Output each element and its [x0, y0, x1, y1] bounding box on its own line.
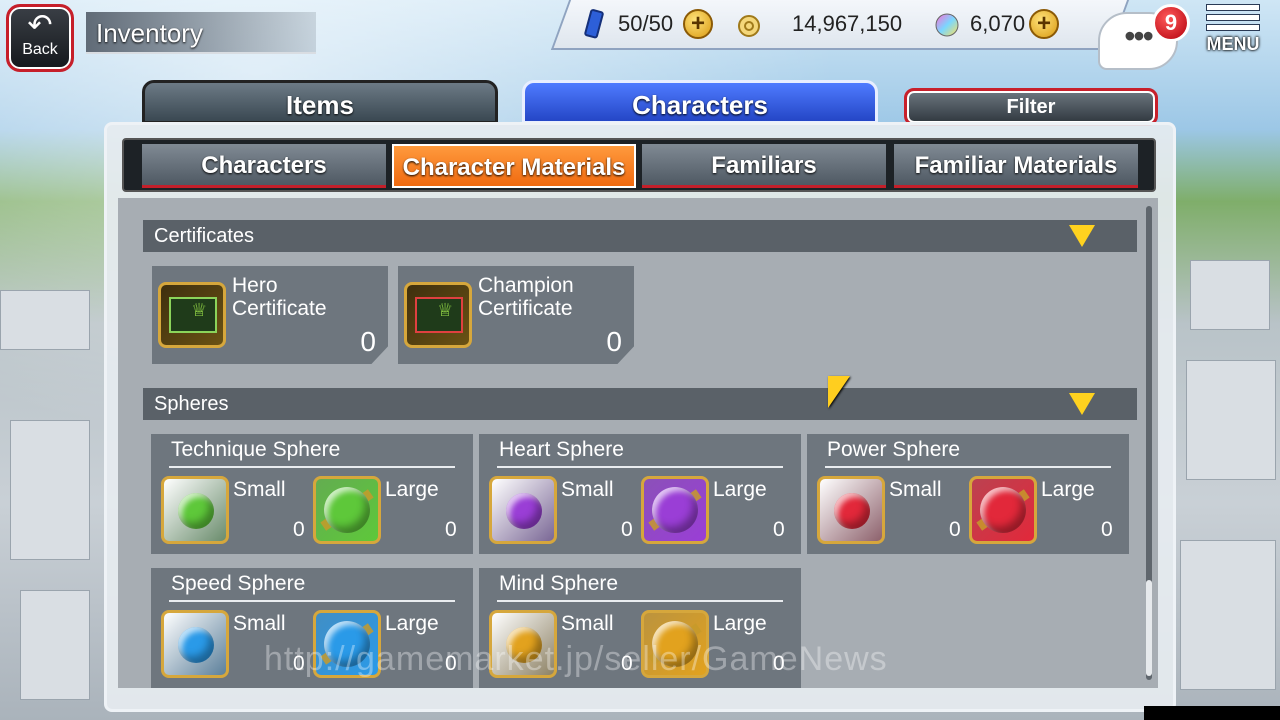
- add-gems-button[interactable]: +: [1029, 9, 1060, 39]
- spheres-section-header[interactable]: Spheres: [143, 388, 1137, 420]
- top-bar: ↶ Back Inventory 50/50 + 14,967,150 6,07…: [0, 0, 1280, 76]
- small-label: Small: [233, 478, 286, 501]
- small-label: Small: [233, 612, 286, 635]
- large-sphere-icon: [969, 476, 1037, 544]
- tab-items[interactable]: Items: [142, 80, 498, 124]
- chat-bubble-icon: •••: [1124, 18, 1154, 54]
- stamina-resource: 50/50 +: [582, 8, 714, 40]
- watermark-text: http://gamemarket.jp/seller/GameNews: [264, 640, 888, 678]
- gem-resource: 6,070 +: [934, 8, 1060, 40]
- sphere-divider: [497, 466, 783, 468]
- large-label: Large: [713, 612, 767, 635]
- small-count: 0: [621, 518, 633, 541]
- large-label: Large: [385, 478, 439, 501]
- certificate-name: Champion Certificate: [478, 274, 574, 320]
- sphere-name: Mind Sphere: [499, 572, 619, 595]
- back-arrow-icon: ↶: [27, 9, 53, 42]
- spheres-section-label: Spheres: [154, 393, 229, 415]
- rainbow-gem-icon: [935, 13, 959, 37]
- small-label: Small: [561, 478, 614, 501]
- small-count: 0: [949, 518, 961, 541]
- sphere-name: Technique Sphere: [171, 438, 341, 461]
- large-count: 0: [773, 518, 785, 541]
- subtab-familiars[interactable]: Familiars: [642, 144, 886, 188]
- pointer-cursor-icon: [828, 376, 850, 408]
- small-sphere-icon: [817, 476, 885, 544]
- heart-sphere-card[interactable]: Heart Sphere Small 0 Large 0: [479, 434, 801, 554]
- stamina-card-icon: [584, 9, 604, 39]
- certificate-count: 0: [606, 326, 622, 357]
- subtab-familiar-materials[interactable]: Familiar Materials: [894, 144, 1138, 188]
- menu-label: MENU: [1206, 34, 1260, 54]
- large-label: Large: [713, 478, 767, 501]
- scrollbar-thumb[interactable]: [1146, 580, 1152, 676]
- large-sphere-icon: [313, 476, 381, 544]
- notification-badge: 9: [1152, 4, 1190, 42]
- menu-button[interactable]: MENU: [1200, 4, 1266, 72]
- sub-tab-bar: Characters Character Materials Familiars…: [122, 138, 1156, 192]
- back-label: Back: [22, 41, 58, 58]
- technique-sphere-card[interactable]: Technique Sphere Small 0 Large 0: [151, 434, 473, 554]
- sphere-name: Heart Sphere: [499, 438, 624, 461]
- certificate-name: Hero Certificate: [232, 274, 327, 320]
- champion-certificate-icon: ♕: [404, 282, 472, 348]
- filter-button[interactable]: Filter: [904, 88, 1158, 126]
- large-sphere-icon: [641, 476, 709, 544]
- page-title-bar: Inventory: [86, 12, 316, 54]
- hero-certificate-icon: ♕: [158, 282, 226, 348]
- sphere-divider: [169, 600, 455, 602]
- power-sphere-card[interactable]: Power Sphere Small 0 Large 0: [807, 434, 1129, 554]
- small-label: Small: [561, 612, 614, 635]
- collapse-caret-icon: [1069, 225, 1095, 247]
- small-sphere-icon: [161, 610, 229, 678]
- collapse-caret-icon: [1069, 393, 1095, 415]
- sphere-divider: [169, 466, 455, 468]
- stamina-value: 50/50: [618, 11, 674, 36]
- large-label: Large: [385, 612, 439, 635]
- subtab-character-materials[interactable]: Character Materials: [392, 144, 636, 188]
- hero-certificate-card[interactable]: ♕ Hero Certificate 0: [152, 266, 388, 364]
- certificates-section-label: Certificates: [154, 225, 255, 247]
- letterbox-corner: [1144, 706, 1280, 720]
- large-count: 0: [445, 518, 457, 541]
- large-count: 0: [1101, 518, 1113, 541]
- sphere-divider: [825, 466, 1111, 468]
- large-label: Large: [1041, 478, 1095, 501]
- small-label: Small: [889, 478, 942, 501]
- sphere-divider: [497, 600, 783, 602]
- small-sphere-icon: [489, 476, 557, 544]
- sphere-name: Speed Sphere: [171, 572, 306, 595]
- gold-coin-icon: [738, 15, 760, 37]
- sphere-name: Power Sphere: [827, 438, 961, 461]
- small-count: 0: [293, 518, 305, 541]
- champion-certificate-card[interactable]: ♕ Champion Certificate 0: [398, 266, 634, 364]
- gold-value: 14,967,150: [792, 11, 903, 36]
- gem-value: 6,070: [970, 11, 1026, 36]
- back-button[interactable]: ↶ Back: [6, 4, 74, 72]
- add-stamina-button[interactable]: +: [683, 9, 714, 39]
- hamburger-menu-icon: [1206, 4, 1260, 31]
- certificates-section-header[interactable]: Certificates: [143, 220, 1137, 252]
- gold-resource: 14,967,150: [736, 8, 902, 40]
- small-sphere-icon: [161, 476, 229, 544]
- subtab-characters[interactable]: Characters: [142, 144, 386, 188]
- certificate-count: 0: [360, 326, 376, 357]
- tab-characters[interactable]: Characters: [522, 80, 878, 124]
- page-title: Inventory: [96, 18, 203, 48]
